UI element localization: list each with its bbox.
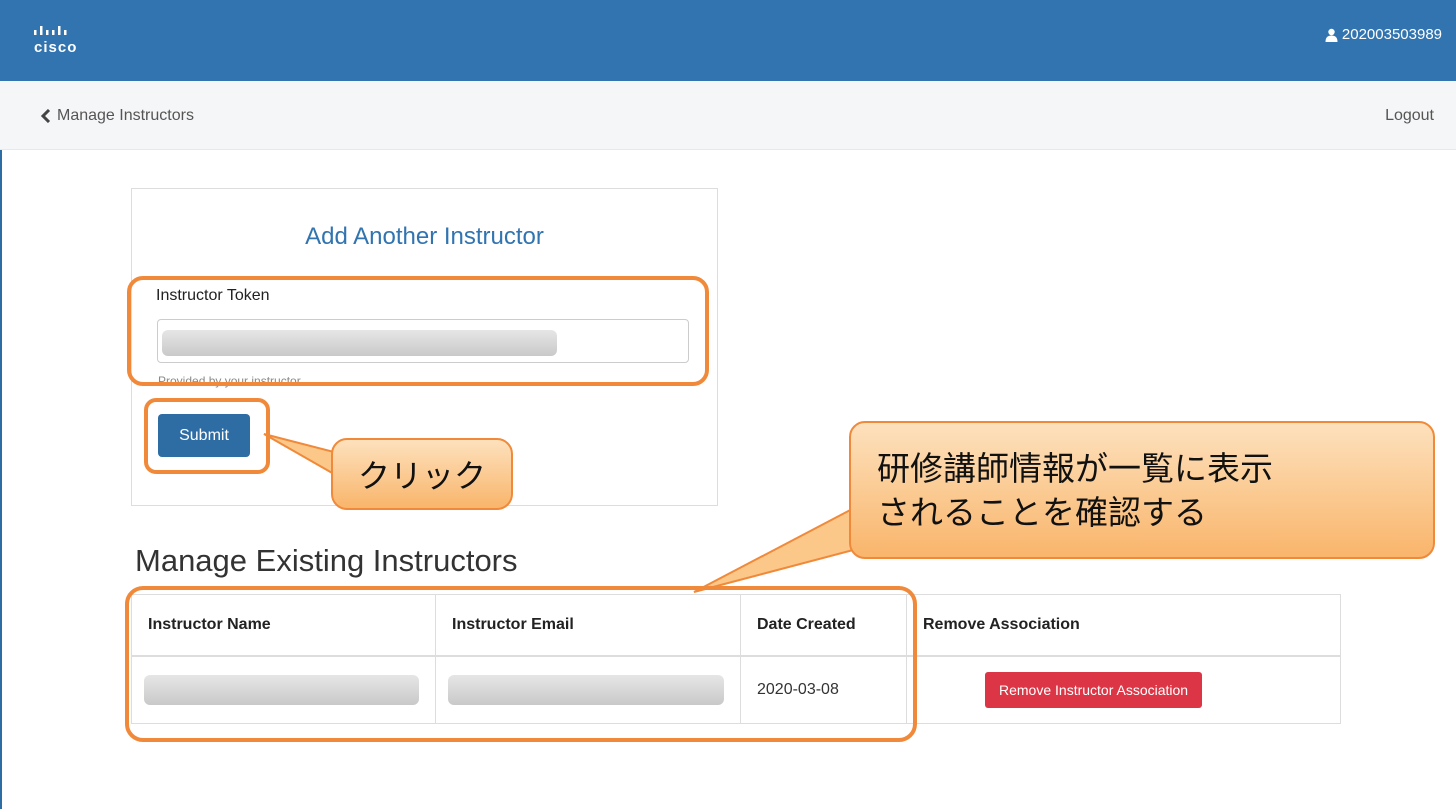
user-menu[interactable]: 202003503989 <box>1325 26 1442 43</box>
top-header: cisco 202003503989 <box>0 0 1456 81</box>
remove-instructor-association-button[interactable]: Remove Instructor Association <box>985 672 1203 708</box>
list-callout: 研修講師情報が一覧に表示 されることを確認する <box>849 421 1435 559</box>
click-callout: クリック <box>331 438 513 510</box>
click-callout-text: クリック <box>357 457 486 495</box>
table-data-highlight <box>125 586 917 742</box>
logo-wordmark: cisco <box>34 39 78 56</box>
column-header-remove: Remove Association <box>906 594 1341 657</box>
list-callout-line2: されることを確認する <box>877 493 1207 532</box>
logout-link[interactable]: Logout <box>1385 107 1434 125</box>
chevron-left-icon <box>40 109 51 123</box>
card-title: Add Another Instructor <box>305 223 544 250</box>
remove-cell: Remove Instructor Association <box>906 655 1341 724</box>
cisco-logo[interactable]: cisco <box>34 22 114 62</box>
back-link[interactable]: Manage Instructors <box>40 107 194 125</box>
list-callout-line1: 研修講師情報が一覧に表示 <box>877 449 1273 488</box>
user-id: 202003503989 <box>1341 26 1442 43</box>
cisco-bars-icon <box>34 26 67 35</box>
token-field-highlight <box>127 276 709 386</box>
back-link-label: Manage Instructors <box>57 107 194 124</box>
manage-section-title: Manage Existing Instructors <box>135 543 518 578</box>
submit-button-highlight <box>144 398 270 474</box>
user-icon <box>1325 28 1338 42</box>
sub-navigation: Manage Instructors Logout <box>0 81 1456 150</box>
